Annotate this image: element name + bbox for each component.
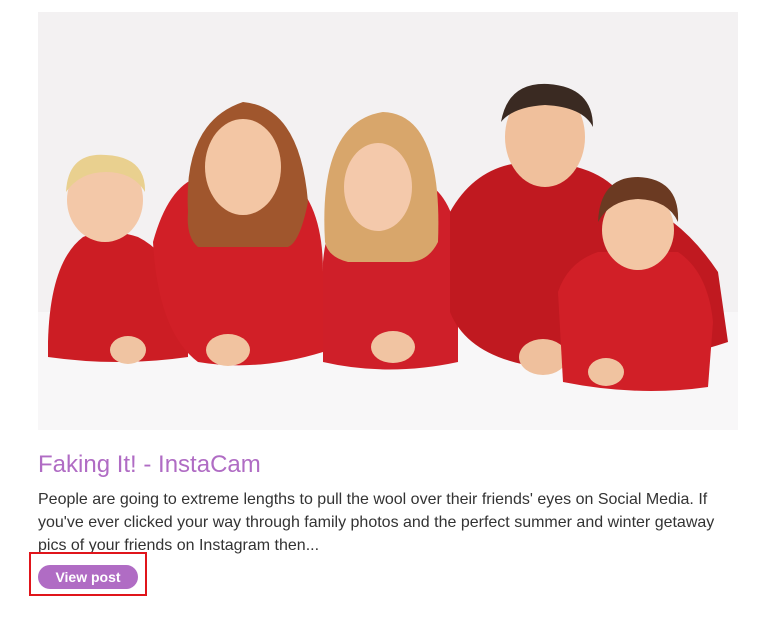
post-excerpt: People are going to extreme lengths to p…	[38, 491, 715, 554]
blog-post-card: Faking It! - InstaCam People are going t…	[29, 12, 738, 596]
family-photo-image	[38, 12, 738, 430]
post-title[interactable]: Faking It! - InstaCam	[38, 451, 261, 479]
post-image[interactable]	[38, 12, 738, 430]
view-post-button[interactable]: View post	[38, 565, 138, 589]
